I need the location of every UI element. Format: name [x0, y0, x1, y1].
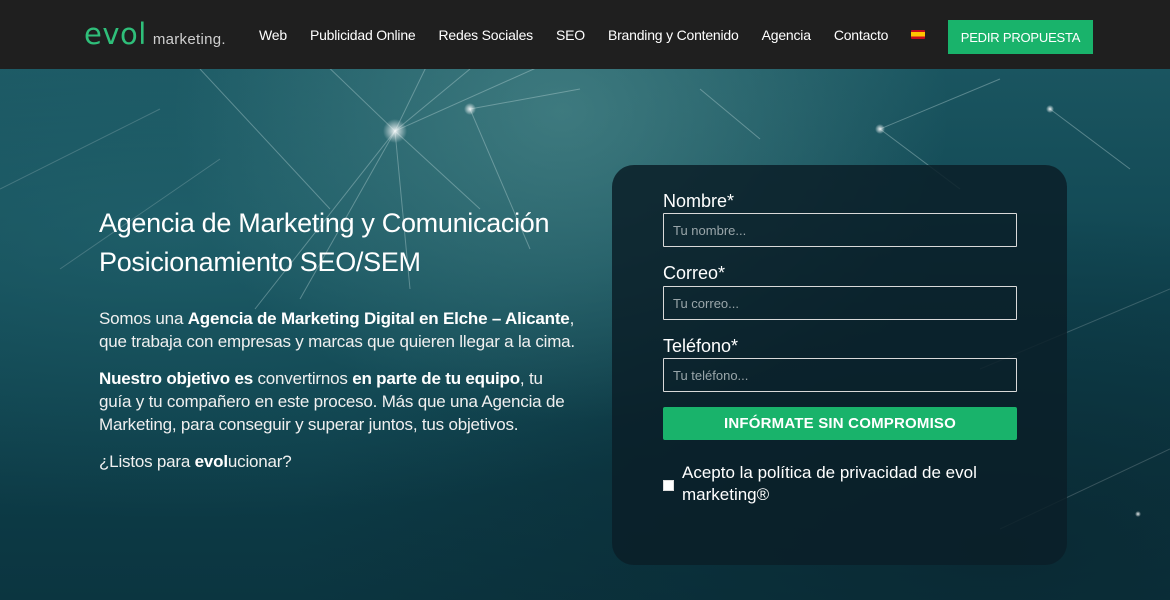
nav-item-contacto[interactable]: Contacto: [834, 27, 889, 43]
nav-item-seo[interactable]: SEO: [556, 27, 585, 43]
email-label: Correo*: [663, 263, 726, 283]
nav-item-publicidad-online[interactable]: Publicidad Online: [310, 27, 416, 43]
privacy-checkbox[interactable]: [663, 480, 674, 491]
nav-item-web[interactable]: Web: [259, 27, 287, 43]
nav-item-redes-sociales[interactable]: Redes Sociales: [439, 27, 534, 43]
logo[interactable]: evol marketing.: [84, 20, 226, 49]
privacy-consent: Acepto la política de privacidad de evol…: [663, 462, 1023, 506]
p1-text-a: Somos una: [99, 309, 188, 328]
contact-form: Nombre* Correo* Teléfono* INFÓRMATE SIN …: [612, 165, 1067, 565]
intro-paragraph-2: Nuestro objetivo es convertirnos en part…: [99, 367, 579, 436]
phone-label: Teléfono*: [663, 336, 739, 356]
logo-mark: evol: [84, 17, 147, 51]
intro-paragraph-3: ¿Listos para evolucionar?: [99, 450, 579, 473]
page-title: Agencia de Marketing y Comunicación Posi…: [99, 204, 599, 282]
email-field[interactable]: [663, 286, 1017, 320]
p3-text-a: ¿Listos para: [99, 452, 195, 471]
main-nav: Web Publicidad Online Redes Sociales SEO…: [259, 0, 926, 69]
nav-item-agencia[interactable]: Agencia: [762, 27, 811, 43]
intro-paragraph-1: Somos una Agencia de Marketing Digital e…: [99, 307, 579, 353]
phone-field[interactable]: [663, 358, 1017, 392]
privacy-consent-label[interactable]: Acepto la política de privacidad de evol…: [682, 462, 1023, 506]
p3-bold: evol: [194, 452, 228, 471]
name-field[interactable]: [663, 213, 1017, 247]
nav-item-branding[interactable]: Branding y Contenido: [608, 27, 739, 43]
hero-section: Agencia de Marketing y Comunicación Posi…: [0, 69, 1170, 600]
site-header: evol marketing. Web Publicidad Online Re…: [0, 0, 1170, 69]
headline-line-2: Posicionamiento SEO/SEM: [99, 247, 421, 277]
p2-bold-c: en parte de tu equipo: [352, 369, 520, 388]
p3-text-c: ucionar?: [227, 452, 292, 471]
request-proposal-button[interactable]: PEDIR PROPUESTA: [948, 20, 1093, 54]
p2-text-b: convertirnos: [252, 369, 353, 388]
submit-button[interactable]: INFÓRMATE SIN COMPROMISO: [663, 407, 1017, 440]
es-flag-icon[interactable]: [911, 30, 926, 39]
logo-text: marketing.: [152, 31, 226, 48]
headline-line-1: Agencia de Marketing y Comunicación: [99, 208, 550, 238]
intro-text: Somos una Agencia de Marketing Digital e…: [99, 307, 579, 487]
name-label: Nombre*: [663, 191, 735, 211]
p2-bold-a: Nuestro objetivo es: [99, 369, 253, 388]
p1-bold: Agencia de Marketing Digital en Elche – …: [187, 309, 570, 328]
